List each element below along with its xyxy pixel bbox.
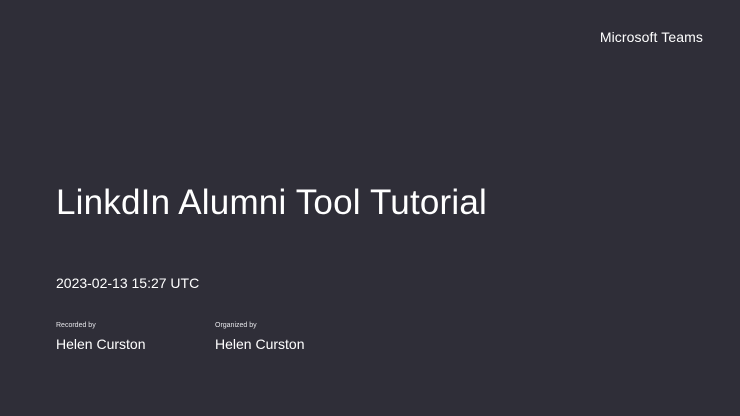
organized-by-label: Organized by xyxy=(215,322,257,329)
app-brand: Microsoft Teams xyxy=(599,29,703,45)
recorded-by-label: Recorded by xyxy=(56,322,96,329)
recorded-by-name: Helen Curston xyxy=(56,336,146,352)
organized-by-block: Organized by Helen Curston xyxy=(215,321,305,352)
recording-datetime: 2023-02-13 15:27 UTC xyxy=(56,275,200,291)
recording-title: LinkdIn Alumni Tool Tutorial xyxy=(56,183,488,222)
recording-title-card: Microsoft Teams LinkdIn Alumni Tool Tuto… xyxy=(0,0,740,416)
organized-by-name: Helen Curston xyxy=(215,336,305,352)
recorded-by-block: Recorded by Helen Curston xyxy=(56,321,146,352)
